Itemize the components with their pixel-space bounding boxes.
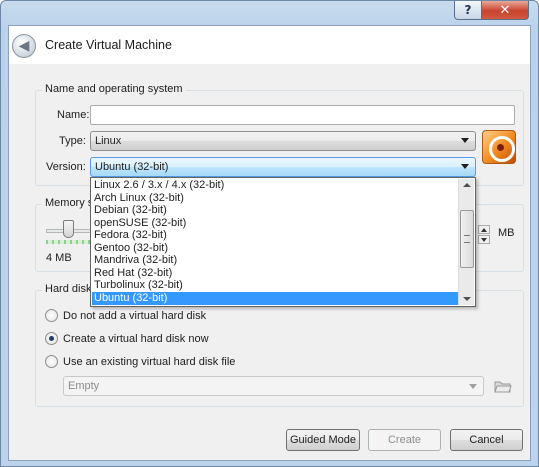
- version-option[interactable]: Arch Linux (32-bit): [92, 192, 459, 205]
- ubuntu-os-icon: [482, 130, 516, 164]
- existing-disk-select-value: Empty: [68, 380, 100, 392]
- folder-open-icon: [494, 381, 512, 393]
- name-input[interactable]: [90, 105, 515, 125]
- type-select[interactable]: Linux: [90, 131, 476, 151]
- name-label: Name:: [57, 109, 90, 121]
- memory-min-label: 4 MB: [46, 252, 72, 264]
- version-option[interactable]: Turbolinux (32-bit): [92, 279, 459, 292]
- radio-create-disk[interactable]: [45, 332, 58, 345]
- version-option[interactable]: openSUSE (32-bit): [92, 217, 459, 230]
- version-dropdown-list[interactable]: Linux 2.6 / 3.x / 4.x (32-bit) Arch Linu…: [90, 177, 476, 307]
- title-bar[interactable]: ? ✕: [1, 1, 538, 25]
- scrollbar-thumb[interactable]: [460, 210, 474, 268]
- wizard-client-area: ◀ Create Virtual Machine Name and operat…: [8, 25, 531, 461]
- help-button[interactable]: ?: [454, 1, 482, 20]
- existing-disk-select: Empty: [63, 376, 484, 396]
- chevron-down-icon: [469, 384, 477, 389]
- dropdown-scrollbar[interactable]: [458, 179, 474, 305]
- version-option[interactable]: Fedora (32-bit): [92, 229, 459, 242]
- version-option[interactable]: Linux 2.6 / 3.x / 4.x (32-bit): [92, 179, 459, 192]
- wizard-title: Create Virtual Machine: [45, 38, 172, 52]
- memory-spin-down[interactable]: [478, 235, 490, 244]
- memory-slider-thumb[interactable]: [63, 220, 74, 238]
- version-option[interactable]: Mandriva (32-bit): [92, 254, 459, 267]
- version-select-value: Ubuntu (32-bit): [95, 161, 169, 173]
- close-button[interactable]: ✕: [481, 1, 529, 20]
- version-option[interactable]: Debian (32-bit): [92, 204, 459, 217]
- version-option[interactable]: Red Hat (32-bit): [92, 267, 459, 280]
- memory-spin-up[interactable]: [478, 225, 490, 234]
- scroll-down-icon[interactable]: [463, 297, 471, 301]
- dialog-window: ? ✕ ◀ Create Virtual Machine Name and op…: [0, 0, 539, 467]
- back-arrow-icon: ◀: [18, 38, 30, 54]
- name-os-group-title: Name and operating system: [42, 83, 186, 95]
- wizard-header: ◀ Create Virtual Machine: [9, 26, 530, 64]
- guided-mode-button[interactable]: Guided Mode: [286, 429, 360, 451]
- version-option-selected[interactable]: Ubuntu (32-bit): [92, 292, 459, 305]
- chevron-down-icon: [461, 138, 469, 143]
- scroll-up-icon[interactable]: [463, 183, 471, 187]
- type-select-value: Linux: [95, 135, 122, 147]
- type-label: Type:: [59, 135, 86, 147]
- memory-unit-label: MB: [498, 227, 515, 239]
- radio-existing-disk-label[interactable]: Use an existing virtual hard disk file: [63, 356, 235, 368]
- cancel-button[interactable]: Cancel: [450, 429, 523, 451]
- radio-create-disk-label[interactable]: Create a virtual hard disk now: [63, 333, 209, 345]
- radio-no-disk-label[interactable]: Do not add a virtual hard disk: [63, 310, 206, 322]
- chevron-down-icon: [461, 164, 469, 169]
- version-option[interactable]: Gentoo (32-bit): [92, 242, 459, 255]
- create-button[interactable]: Create: [368, 429, 441, 451]
- radio-existing-disk[interactable]: [45, 355, 58, 368]
- hard-disk-group-title: Hard disk: [42, 283, 95, 295]
- memory-group-title: Memory s: [42, 197, 97, 209]
- back-button[interactable]: ◀: [12, 34, 36, 58]
- version-label: Version:: [46, 161, 86, 173]
- version-select[interactable]: Ubuntu (32-bit): [90, 157, 476, 177]
- radio-no-disk[interactable]: [45, 309, 58, 322]
